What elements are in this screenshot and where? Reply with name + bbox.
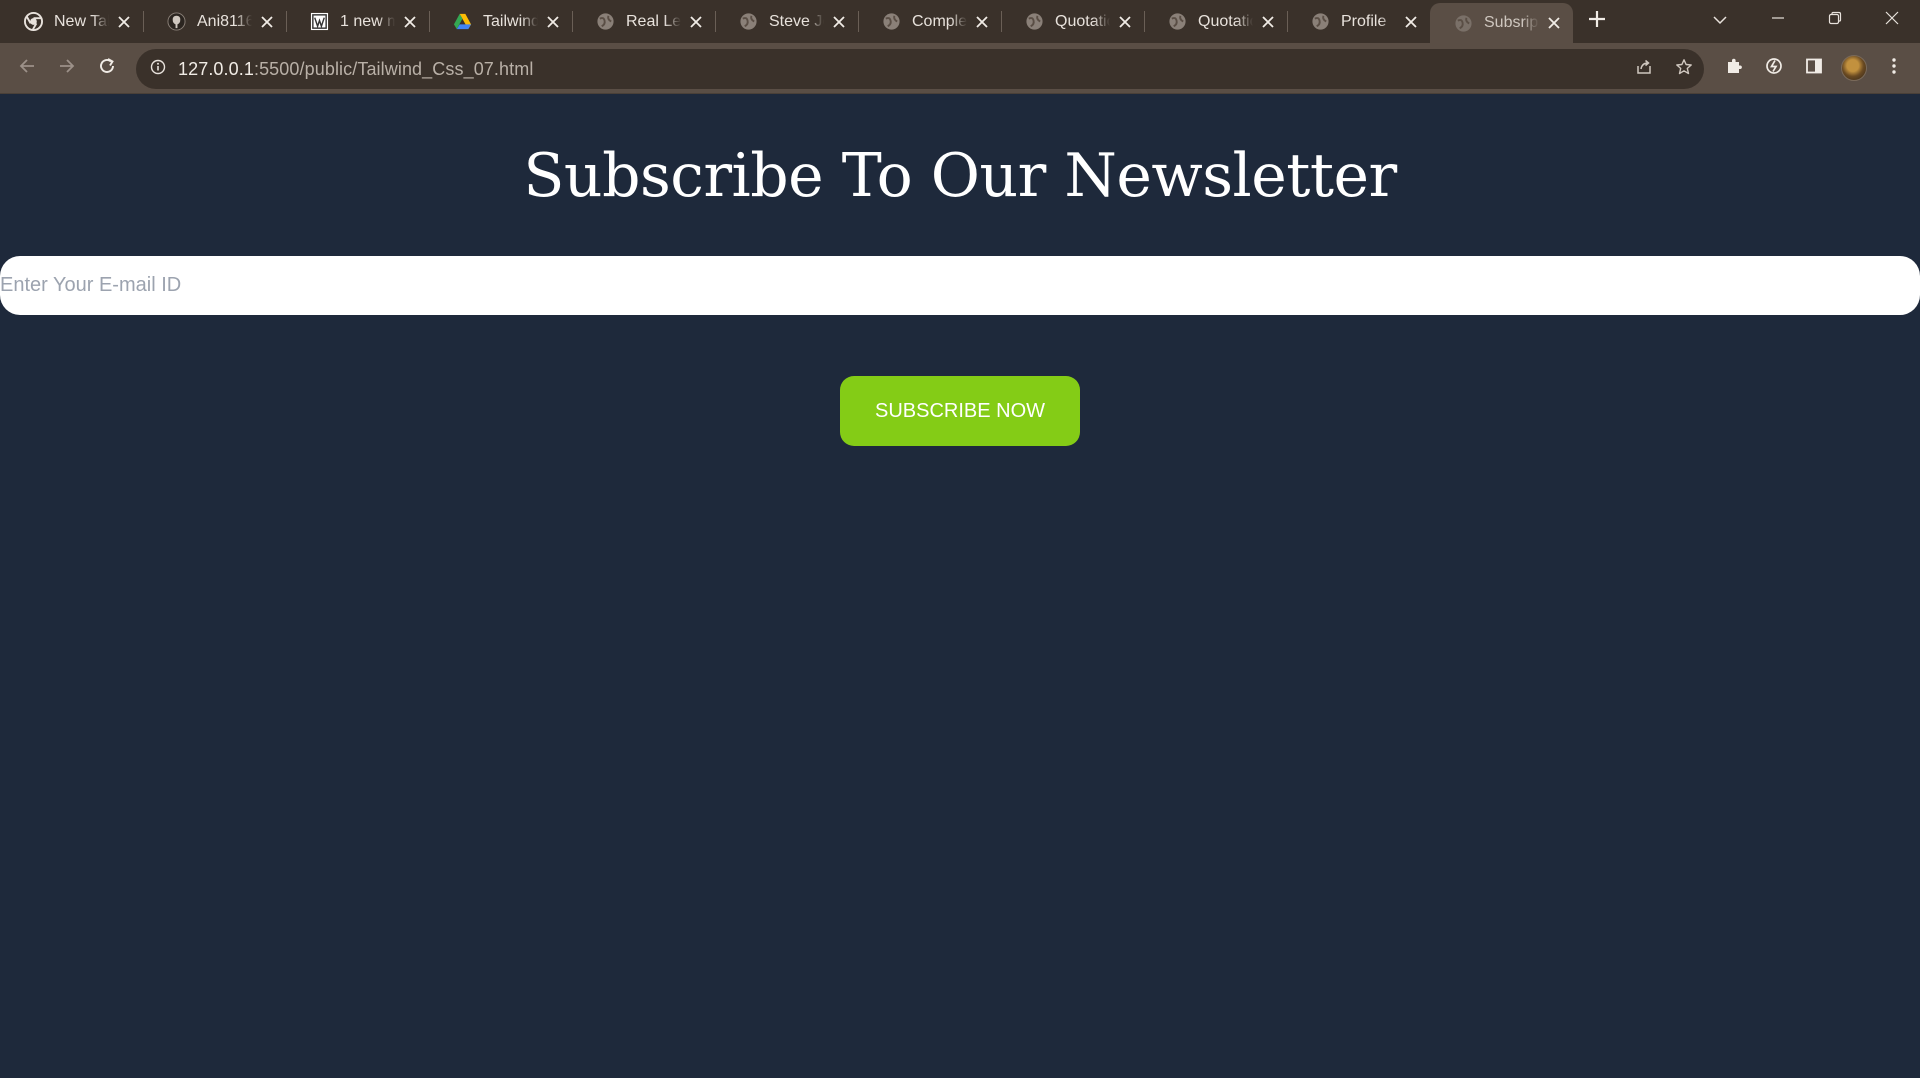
tab-wordpress[interactable]: 1 new m [286,0,429,43]
tab-title: Quotatic [1055,12,1110,30]
restore-icon [1828,11,1842,30]
tab-real-lea[interactable]: Real Lea [572,0,715,43]
globe-icon [1454,14,1473,33]
back-button[interactable] [7,48,47,88]
tab-title: New Tab [54,12,109,30]
extension-icon [1765,57,1783,80]
url-text: 127.0.0.1:5500/public/Tailwind_Css_07.ht… [178,59,533,80]
chrome-icon [24,12,43,31]
globe-icon [1311,12,1330,31]
tab-title: Profile [1341,12,1387,30]
profile-button[interactable] [1834,48,1874,88]
subscribe-button[interactable]: SUBSCRIBE NOW [840,376,1080,446]
minimize-icon [1771,11,1785,30]
bookmark-button[interactable] [1664,49,1704,89]
url-host: 127.0.0.1 [178,58,254,79]
address-bar[interactable]: 127.0.0.1:5500/public/Tailwind_Css_07.ht… [136,49,1704,89]
close-tab-icon[interactable] [1402,13,1420,31]
close-tab-icon[interactable] [401,13,419,31]
close-window-button[interactable] [1863,0,1920,40]
close-tab-icon[interactable] [544,13,562,31]
wordpress-icon [310,12,329,31]
page-content: Subscribe To Our Newsletter SUBSCRIBE NO… [0,95,1920,1078]
drive-icon [453,12,472,31]
window-controls [1749,0,1920,40]
globe-icon [739,12,758,31]
globe-icon [596,12,615,31]
puzzle-icon [1725,57,1743,80]
tab-title: Tailwind [483,12,538,30]
tab-title: Subsript [1484,14,1539,31]
share-button[interactable] [1624,49,1664,89]
restore-button[interactable] [1806,0,1863,40]
new-tab-button[interactable] [1577,0,1617,43]
close-tab-icon[interactable] [830,13,848,31]
arrow-left-icon [18,57,36,80]
close-tab-icon[interactable] [687,13,705,31]
close-icon [1885,11,1899,30]
globe-icon [1168,12,1187,31]
tab-title: Steve Jol [769,12,824,30]
tab-title: Complet [912,12,967,30]
close-tab-icon[interactable] [1259,13,1277,31]
email-field[interactable] [0,256,1920,315]
page-title: Subscribe To Our Newsletter [523,141,1397,211]
star-icon [1675,58,1693,81]
share-icon [1635,58,1653,81]
tab-new-tab[interactable]: New Tab [0,0,143,43]
tab-steve-jol[interactable]: Steve Jol [715,0,858,43]
close-tab-icon[interactable] [973,13,991,31]
globe-icon [1025,12,1044,31]
extension-button[interactable] [1754,48,1794,88]
toolbar-actions [1714,48,1914,88]
close-tab-icon[interactable] [115,13,133,31]
close-tab-icon[interactable] [1545,14,1563,32]
address-bar-actions [1624,49,1704,89]
tab-quotatic-2[interactable]: Quotatic [1144,0,1287,43]
reload-button[interactable] [87,48,127,88]
side-panel-button[interactable] [1794,48,1834,88]
tab-title: Real Lea [626,12,681,30]
tab-drive[interactable]: Tailwind [429,0,572,43]
tab-title: Quotatic [1198,12,1253,30]
minimize-button[interactable] [1749,0,1806,40]
tab-title: 1 new m [340,12,395,30]
tab-strip: New Tab Ani8116 1 new m Tailwind [0,0,1920,43]
github-icon [167,12,186,31]
tab-quotatic-1[interactable]: Quotatic [1001,0,1144,43]
tab-subsript-active[interactable]: Subsript [1430,3,1573,43]
chevron-down-icon [1712,12,1728,30]
forward-button[interactable] [47,48,87,88]
globe-icon [882,12,901,31]
close-tab-icon[interactable] [258,13,276,31]
tab-list: New Tab Ani8116 1 new m Tailwind [0,0,1617,43]
url-path: :5500/public/Tailwind_Css_07.html [253,58,534,79]
arrow-right-icon [58,57,76,80]
extensions-button[interactable] [1714,48,1754,88]
plus-icon [1588,10,1606,33]
reload-icon [98,57,116,80]
tab-search-button[interactable] [1705,8,1735,34]
tab-title: Ani8116 [197,12,252,30]
browser-toolbar: 127.0.0.1:5500/public/Tailwind_Css_07.ht… [0,43,1920,94]
info-icon[interactable] [150,59,166,80]
avatar [1841,55,1867,81]
tab-github[interactable]: Ani8116 [143,0,286,43]
close-tab-icon[interactable] [1116,13,1134,31]
menu-button[interactable] [1874,48,1914,88]
more-vertical-icon [1891,57,1897,80]
tab-profile[interactable]: Profile [1287,0,1430,43]
side-panel-icon [1805,57,1823,80]
tab-complet[interactable]: Complet [858,0,1001,43]
